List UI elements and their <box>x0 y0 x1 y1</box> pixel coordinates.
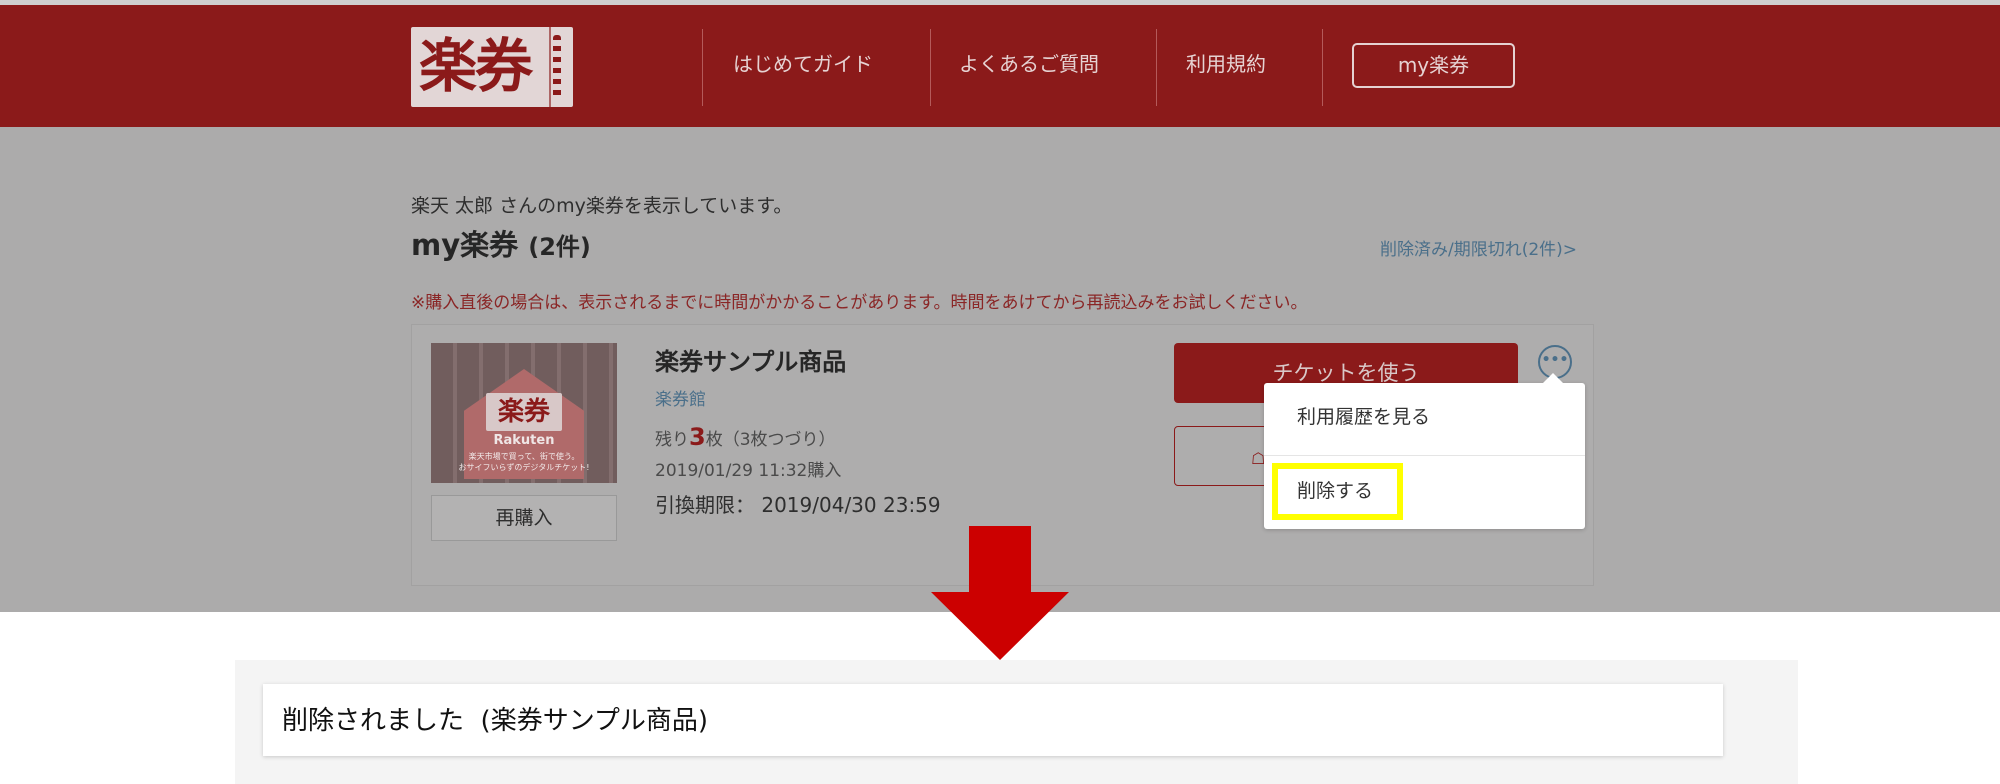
greeting-text: 楽天 太郎 さんのmy楽券を表示しています。 <box>411 195 793 217</box>
tutorial-composite: 楽券 はじめてガイド よくあるご質問 利用規約 my楽券 楽天 太郎 さんのmy… <box>0 0 2000 784</box>
thumbnail-brand: Rakuten <box>493 433 555 448</box>
thumbnail-tagline-line1: 楽天市場で買って、街で使う。 <box>468 452 580 461</box>
nav-guide[interactable]: はじめてガイド <box>733 49 873 79</box>
page-title-text: my楽券 <box>411 228 519 262</box>
logo-text: 楽券 <box>419 32 533 100</box>
secondary-ticket-button[interactable]: ☖ <box>1174 426 1274 486</box>
my-rakuken-button[interactable]: my楽券 <box>1352 43 1515 88</box>
nav-separator <box>930 29 931 106</box>
deleted-message: 削除されました (楽券サンプル商品) <box>282 705 708 737</box>
nav-separator <box>702 29 703 106</box>
menu-item-usage-history[interactable]: 利用履歴を見る <box>1264 383 1585 456</box>
purchase-notice: ※購入直後の場合は、表示されるまでに時間がかかることがあります。時間をあけてから… <box>411 293 1308 313</box>
deleted-confirmation: 削除されました (楽券サンプル商品) <box>263 684 1723 756</box>
menu-item-delete[interactable]: 削除する <box>1272 463 1403 520</box>
page-title: my楽券 (2件) <box>411 222 591 264</box>
down-arrow-icon <box>931 526 1069 660</box>
thumbnail-tagline: 楽天市場で買って、街で使う。 おサイフいらずのデジタルチケット! <box>431 451 617 473</box>
thumbnail-logo: 楽券 <box>486 393 562 431</box>
rakuken-logo[interactable]: 楽券 <box>411 27 573 107</box>
site-header: 楽券 はじめてガイド よくあるご質問 利用規約 my楽券 <box>0 5 2000 127</box>
deleted-text: 削除されました <box>282 706 465 736</box>
nav-terms[interactable]: 利用規約 <box>1186 49 1266 79</box>
expiry-value: 2019/04/30 23:59 <box>761 493 941 517</box>
product-thumbnail[interactable]: 楽券 Rakuten 楽天市場で買って、街で使う。 おサイフいらずのデジタルチケ… <box>431 343 617 483</box>
remaining-count: 3 <box>689 423 706 451</box>
store-link[interactable]: 楽券館 <box>655 385 706 410</box>
remaining-suffix: 枚（3枚つづり） <box>705 430 836 450</box>
page-title-count: (2件) <box>528 233 591 261</box>
nav-separator <box>1322 29 1323 106</box>
logo-perforation <box>553 35 561 99</box>
rebuy-button[interactable]: 再購入 <box>431 495 617 541</box>
ticket-options-menu: 利用履歴を見る 削除する <box>1264 373 1585 529</box>
logo-divider <box>549 27 551 107</box>
nav-separator <box>1156 29 1157 106</box>
expiry-date: 引換期限： 2019/04/30 23:59 <box>655 489 941 518</box>
expired-tickets-link[interactable]: 削除済み/期限切れ(2件)> <box>1380 235 1577 260</box>
menu-caret <box>1543 373 1563 383</box>
remaining-tickets: 残り3枚（3枚つづり） <box>655 423 836 451</box>
dimmed-page-screenshot: 楽券 はじめてガイド よくあるご質問 利用規約 my楽券 楽天 太郎 さんのmy… <box>0 0 2000 612</box>
deleted-item-name: (楽券サンプル商品) <box>480 706 709 736</box>
product-name[interactable]: 楽券サンプル商品 <box>655 342 846 377</box>
thumbnail-tagline-line2: おサイフいらずのデジタルチケット! <box>458 463 590 472</box>
remaining-prefix: 残り <box>655 430 689 450</box>
nav-faq[interactable]: よくあるご質問 <box>959 49 1099 79</box>
expiry-label: 引換期限： <box>655 493 755 517</box>
purchase-date: 2019/01/29 11:32購入 <box>655 461 842 481</box>
